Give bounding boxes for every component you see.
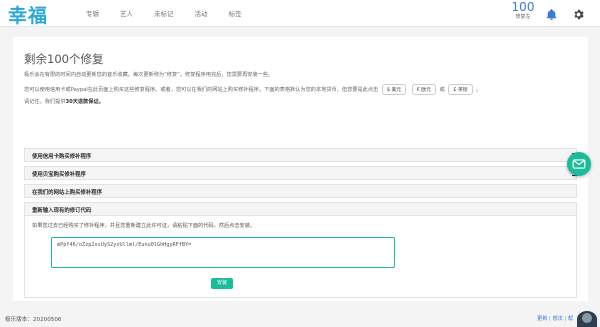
refund-text: 请记住，我们提供30天退款保证。 [24,98,104,105]
accordion-reenter-code[interactable]: 重新输入现有的修订代码 [24,202,577,216]
currency-gbp-button[interactable]: £ 英镑 [448,84,473,95]
currency-eur-button[interactable]: € 欧元 [411,84,436,95]
footer-link-ideas[interactable]: 想法 [552,316,562,322]
mail-icon [572,159,586,169]
install-button[interactable]: 安装 [211,278,233,289]
nav-item-artists[interactable]: 艺人 [120,8,133,18]
accordion-website[interactable]: 在我们的网站上购买修补程序 [24,184,577,198]
currency-text: 您可以使用信用卡或Paypal在此页面上购买这些修复程序。或者，您可以在我们的网… [24,84,481,95]
nav-links: 专辑 艺人 未标记 活动 标签 [86,8,263,18]
nav-item-events[interactable]: 活动 [195,8,208,18]
chat-button[interactable] [567,152,591,176]
gear-icon[interactable] [572,6,585,25]
avatar[interactable] [577,311,597,327]
accordion-label: 重新输入现有的修订代码 [32,208,92,214]
intro-text: 极乐会在有限的时间内自动更新您的音乐收藏。每次更新称为“修复”。修复程序用完后，… [24,72,274,78]
repairs-label: 修复左 [515,14,531,20]
refund-guarantee: 30天退款保证。 [65,99,104,105]
accordion-label: 使用信用卡购买修补程序 [32,154,92,160]
accordion-paypal[interactable]: 使用贝宝购买修补程序 [24,166,578,180]
reenter-code-form: 如果您过去已经购买了修补程序，并且您重新建立此许可证，请粘贴下面的代码，然后点击… [24,216,577,298]
repairs-count: 100 [511,0,535,14]
repairs-panel: 剩余100个修复 极乐会在有限的时间内自动更新您的音乐收藏。每次更新称为“修复”… [13,37,588,301]
top-navbar: 幸福 专辑 艺人 未标记 活动 标签 100 修复左 [0,0,600,27]
nav-item-albums[interactable]: 专辑 [86,8,99,18]
footer-link-help[interactable]: 帮 [568,316,573,322]
accordion-label: 使用贝宝购买修补程序 [32,172,86,178]
currency-end-text: 。 [476,87,482,93]
currency-description: 您可以使用信用卡或Paypal在此页面上购买这些修复程序。或者，您可以在我们的网… [24,87,379,93]
footer-link-update[interactable]: 更新 [537,316,547,322]
footer: 极乐版本：20200506 更新 | 想法 | 帮 [0,310,600,327]
accordion-credit-card[interactable]: 使用信用卡购买修补程序 [24,148,578,162]
app-logo[interactable]: 幸福 [8,1,48,28]
version-text: 极乐版本：20200506 [5,317,62,323]
footer-links: 更新 | 想法 | 帮 [537,316,574,322]
bell-icon[interactable] [545,6,558,25]
nav-item-tags[interactable]: 标签 [229,8,242,18]
repairs-left-counter[interactable]: 100 修复左 [505,0,541,21]
code-hint: 如果您过去已经购买了修补程序，并且您重新建立此许可证，请粘贴下面的代码，然后点击… [32,223,256,229]
nav-item-untagged[interactable]: 未标记 [154,8,174,18]
currency-or-text: 或 [439,87,445,93]
currency-usd-button[interactable]: $ 美元 [381,84,407,95]
accordion-label: 在我们的网站上购买修补程序 [32,190,103,196]
code-textarea[interactable]: mPpf46/oZzp2ssUyS2yxUllml/Eunu0lGhHgyRFf… [51,237,395,268]
refund-prefix: 请记住，我们提供 [24,99,66,105]
page-title: 剩余100个修复 [24,52,104,66]
